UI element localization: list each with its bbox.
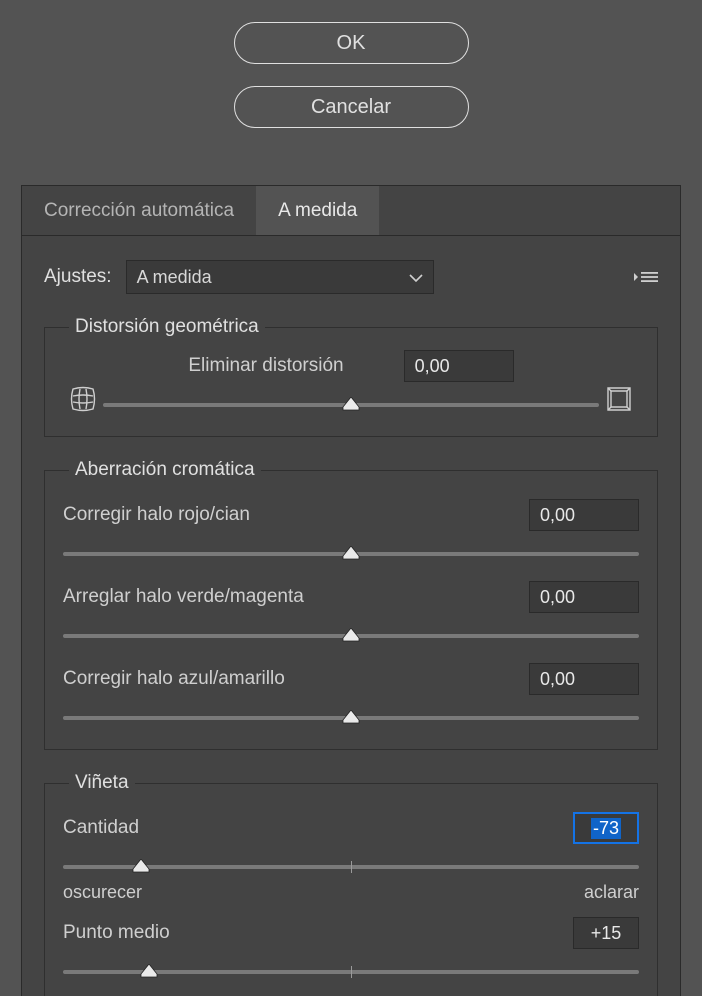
settings-dropdown-value: A medida: [137, 267, 212, 288]
fix-blue-yellow-value[interactable]: 0,00: [529, 663, 639, 695]
tab-custom[interactable]: A medida: [256, 186, 379, 235]
fix-blue-yellow-slider[interactable]: [63, 707, 639, 729]
vignette-midpoint-label: Punto medio: [63, 922, 573, 944]
vignette-darken-label: oscurecer: [63, 882, 142, 903]
fix-red-cyan-slider[interactable]: [63, 543, 639, 565]
fix-green-magenta-slider[interactable]: [63, 625, 639, 647]
barrel-distortion-icon[interactable]: [63, 385, 103, 413]
tabs: Corrección automática A medida: [22, 186, 680, 236]
group-geometric-legend: Distorsión geométrica: [69, 316, 265, 338]
vignette-amount-label: Cantidad: [63, 817, 573, 839]
cancel-button[interactable]: Cancelar: [234, 86, 469, 128]
tab-auto-correction[interactable]: Corrección automática: [22, 186, 256, 235]
fix-red-cyan-value[interactable]: 0,00: [529, 499, 639, 531]
vignette-midpoint-slider[interactable]: [63, 961, 639, 983]
chevron-down-icon: [409, 267, 423, 288]
group-vignette-legend: Viñeta: [69, 772, 135, 794]
vignette-amount-slider[interactable]: [63, 856, 639, 878]
remove-distortion-slider[interactable]: [103, 394, 599, 416]
lens-correction-panel: Corrección automática A medida Ajustes: …: [21, 185, 681, 996]
remove-distortion-value[interactable]: 0,00: [404, 350, 514, 382]
pincushion-distortion-icon[interactable]: [599, 385, 639, 413]
settings-dropdown[interactable]: A medida: [126, 260, 434, 294]
group-chromatic-aberration: Aberración cromática Corregir halo rojo/…: [44, 459, 658, 750]
group-vignette: Viñeta Cantidad -73 oscurecer aclarar Pu…: [44, 772, 658, 996]
fix-blue-yellow-label: Corregir halo azul/amarillo: [63, 668, 529, 690]
vignette-midpoint-value[interactable]: +15: [573, 917, 639, 949]
fix-green-magenta-value[interactable]: 0,00: [529, 581, 639, 613]
ok-button[interactable]: OK: [234, 22, 469, 64]
vignette-amount-value[interactable]: -73: [573, 812, 639, 844]
settings-label: Ajustes:: [44, 266, 112, 288]
vignette-lighten-label: aclarar: [584, 882, 639, 903]
fix-green-magenta-label: Arreglar halo verde/magenta: [63, 586, 529, 608]
group-geometric-distortion: Distorsión geométrica Eliminar distorsió…: [44, 316, 658, 437]
fix-red-cyan-label: Corregir halo rojo/cian: [63, 504, 529, 526]
group-chromatic-legend: Aberración cromática: [69, 459, 261, 481]
remove-distortion-label: Eliminar distorsión: [188, 355, 343, 377]
panel-menu-icon[interactable]: [634, 269, 658, 285]
